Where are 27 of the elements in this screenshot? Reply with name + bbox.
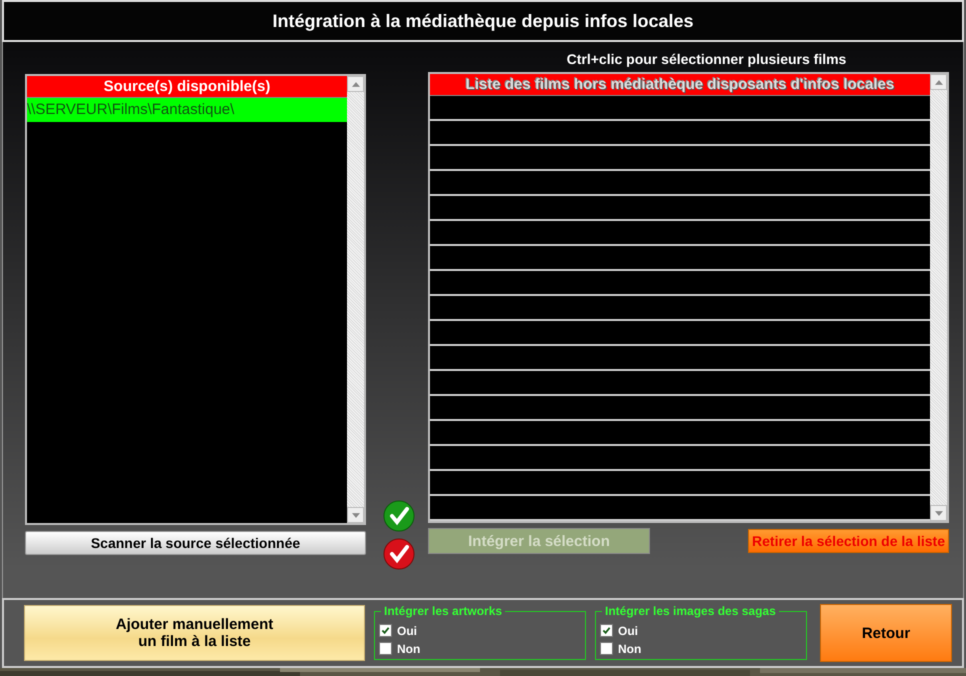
checkbox-label: Oui: [618, 624, 638, 638]
hint-text: Ctrl+clic pour sélectionner plusieurs films: [566, 50, 848, 69]
check-icon[interactable]: [383, 538, 415, 570]
add-film-button[interactable]: Ajouter manuellement un film à la liste: [24, 605, 365, 661]
checkbox[interactable]: [600, 624, 613, 637]
group-title: Intégrer les artworks: [381, 604, 506, 618]
checkbox-label: Non: [618, 642, 642, 656]
scrollbar[interactable]: [930, 74, 947, 521]
window-title: Intégration à la médiathèque depuis infos locales: [272, 10, 694, 32]
check-icon[interactable]: [383, 500, 415, 532]
checkbox-label: Non: [397, 642, 420, 656]
scroll-down-icon[interactable]: [930, 505, 947, 521]
checkbox-label: Oui: [397, 624, 417, 638]
group-title: Intégrer les images des sagas: [602, 604, 779, 618]
scroll-up-icon[interactable]: [347, 76, 364, 92]
list-header: Source(s) disponible(s): [27, 76, 347, 98]
back-button[interactable]: Retour: [820, 604, 952, 662]
source-list[interactable]: Source(s) disponible(s) \\SERVEUR\Films\Fantastique\: [25, 74, 366, 525]
scroll-down-icon[interactable]: [347, 507, 364, 523]
source-item[interactable]: \\SERVEUR\Films\Fantastique\: [27, 98, 347, 122]
checkbox[interactable]: [379, 642, 392, 655]
scroll-up-icon[interactable]: [930, 74, 947, 90]
scan-button[interactable]: Scanner la source sélectionnée: [25, 531, 366, 555]
list-header: Liste des films hors médiathèque disposants d'infos locales: [430, 74, 930, 96]
scrollbar[interactable]: [347, 76, 364, 523]
checkbox[interactable]: [379, 624, 392, 637]
checkbox[interactable]: [600, 642, 613, 655]
